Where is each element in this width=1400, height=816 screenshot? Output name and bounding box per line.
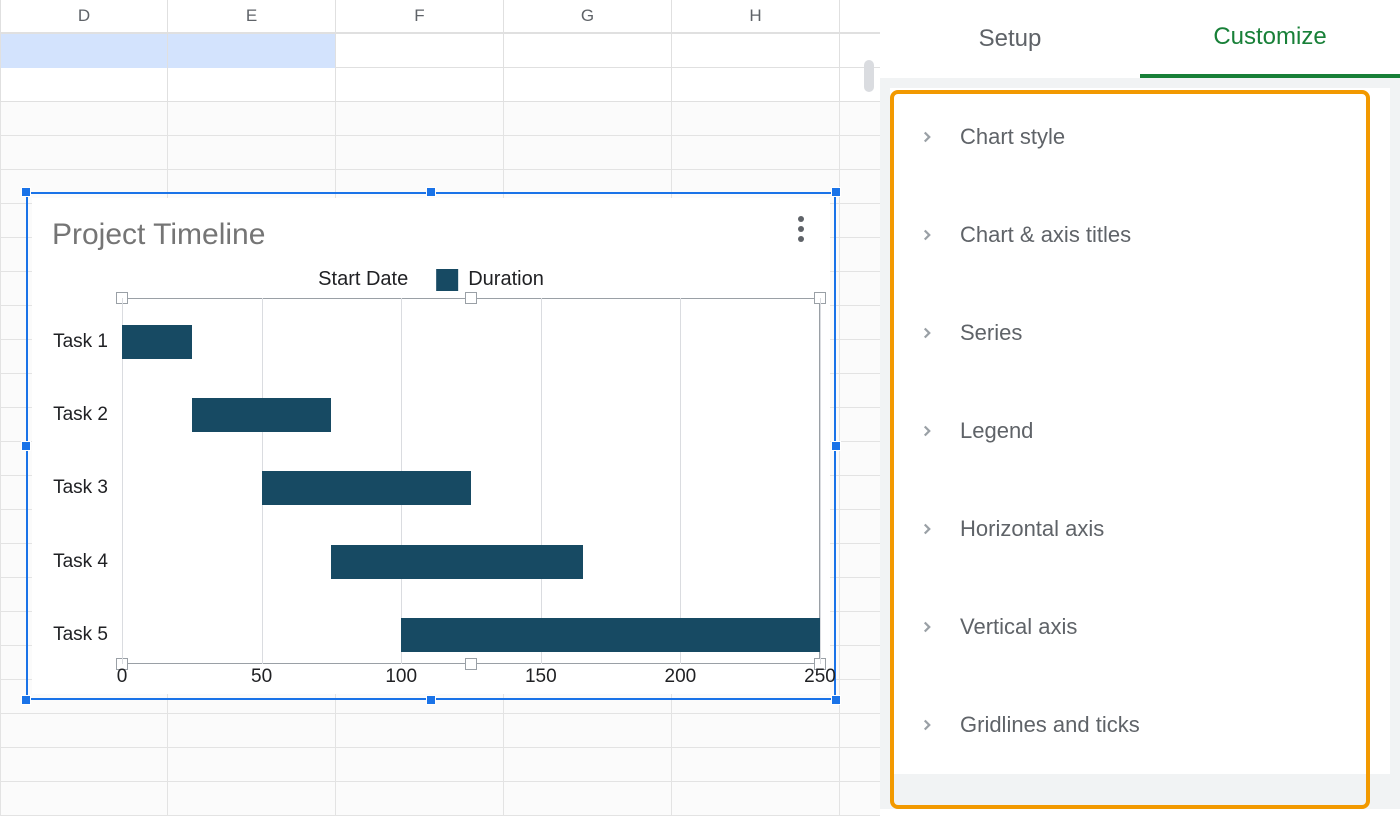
section-label: Series (960, 320, 1022, 346)
column-header[interactable]: G (504, 0, 672, 32)
legend-label: Duration (468, 268, 544, 291)
section-label: Horizontal axis (960, 516, 1104, 542)
chevron-right-icon (918, 520, 936, 538)
cell[interactable] (168, 68, 336, 102)
y-tick-label: Task 5 (53, 624, 108, 646)
bar-task-5[interactable] (401, 618, 820, 652)
chart-object[interactable]: Project Timeline Start Date Duration (26, 192, 836, 700)
section-legend[interactable]: Legend (890, 382, 1390, 480)
spreadsheet-grid[interactable]: D E F G H (0, 0, 880, 809)
section-series[interactable]: Series (890, 284, 1390, 382)
resize-handle[interactable] (21, 441, 31, 451)
section-chart-style[interactable]: Chart style (890, 88, 1390, 186)
section-vertical-axis[interactable]: Vertical axis (890, 578, 1390, 676)
section-label: Vertical axis (960, 614, 1077, 640)
column-headers-row: D E F G H (0, 0, 880, 34)
y-tick-label: Task 3 (53, 477, 108, 499)
section-gridlines-ticks[interactable]: Gridlines and ticks (890, 676, 1390, 774)
tab-setup[interactable]: Setup (880, 0, 1140, 78)
x-tick-label: 100 (385, 666, 417, 688)
legend-label: Start Date (318, 268, 408, 291)
bar-task-1[interactable] (122, 325, 192, 359)
plot-resize-handle[interactable] (465, 292, 477, 304)
gridline (680, 298, 681, 664)
gridline (820, 298, 821, 664)
more-icon (798, 216, 804, 222)
more-icon (798, 226, 804, 232)
gridline (541, 298, 542, 664)
chevron-right-icon (918, 422, 936, 440)
section-label: Chart style (960, 124, 1065, 150)
y-tick-label: Task 2 (53, 404, 108, 426)
x-tick-label: 200 (665, 666, 697, 688)
section-label: Legend (960, 418, 1033, 444)
chart-title[interactable]: Project Timeline (52, 218, 265, 252)
x-tick-label: 0 (117, 666, 128, 688)
resize-handle[interactable] (426, 695, 436, 705)
cell[interactable] (672, 68, 840, 102)
legend-item-start-date[interactable]: Start Date (318, 268, 408, 291)
sidebar-tabs: Setup Customize (880, 0, 1400, 78)
x-tick-label: 50 (251, 666, 272, 688)
chevron-right-icon (918, 324, 936, 342)
resize-handle[interactable] (21, 187, 31, 197)
cell[interactable] (504, 68, 672, 102)
plot-frame (122, 298, 820, 664)
chevron-right-icon (918, 618, 936, 636)
cell[interactable] (336, 34, 504, 68)
resize-handle[interactable] (831, 441, 841, 451)
customize-accordion: Chart style Chart & axis titles Series L… (890, 88, 1390, 774)
cell[interactable] (168, 34, 336, 68)
row[interactable] (0, 68, 880, 102)
column-header[interactable]: F (336, 0, 504, 32)
cell[interactable] (336, 68, 504, 102)
plot-area[interactable] (122, 298, 820, 664)
more-icon (798, 236, 804, 242)
resize-handle[interactable] (21, 695, 31, 705)
resize-handle[interactable] (426, 187, 436, 197)
bar-task-4[interactable] (331, 545, 582, 579)
legend-item-duration[interactable]: Duration (436, 268, 544, 291)
cell[interactable] (0, 68, 168, 102)
chevron-right-icon (918, 226, 936, 244)
chart-editor-sidebar: Setup Customize Chart style Chart & axis… (880, 0, 1400, 809)
scrollbar-thumb[interactable] (864, 60, 874, 92)
chart-card[interactable]: Project Timeline Start Date Duration (32, 198, 830, 694)
chevron-right-icon (918, 716, 936, 734)
active-row[interactable] (0, 34, 880, 68)
x-tick-label: 150 (525, 666, 557, 688)
column-header[interactable]: D (0, 0, 168, 32)
column-header[interactable]: E (168, 0, 336, 32)
resize-handle[interactable] (831, 187, 841, 197)
resize-handle[interactable] (831, 695, 841, 705)
x-axis: 0 50 100 150 200 250 (122, 666, 820, 690)
y-tick-label: Task 4 (53, 551, 108, 573)
y-axis: Task 1 Task 2 Task 3 Task 4 Task 5 (32, 298, 118, 664)
chevron-right-icon (918, 128, 936, 146)
y-tick-label: Task 1 (53, 331, 108, 353)
customize-panel: Chart style Chart & axis titles Series L… (880, 78, 1400, 809)
section-horizontal-axis[interactable]: Horizontal axis (890, 480, 1390, 578)
cell[interactable] (504, 34, 672, 68)
cell[interactable] (672, 34, 840, 68)
section-label: Chart & axis titles (960, 222, 1131, 248)
cell[interactable] (0, 34, 168, 68)
section-chart-axis-titles[interactable]: Chart & axis titles (890, 186, 1390, 284)
bar-task-3[interactable] (262, 471, 471, 505)
column-header[interactable]: H (672, 0, 840, 32)
bar-task-2[interactable] (192, 398, 332, 432)
chart-legend[interactable]: Start Date Duration (318, 268, 544, 291)
section-label: Gridlines and ticks (960, 712, 1140, 738)
x-tick-label: 250 (804, 666, 836, 688)
chart-menu-button[interactable] (790, 216, 812, 242)
tab-customize[interactable]: Customize (1140, 0, 1400, 78)
legend-swatch-icon (436, 269, 458, 291)
